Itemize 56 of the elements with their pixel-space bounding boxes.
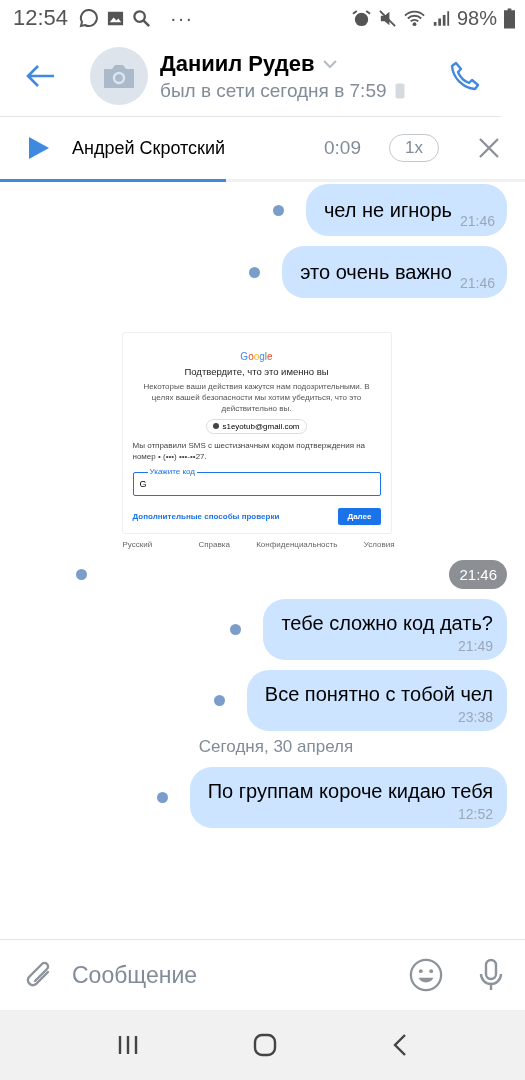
recent-apps-icon[interactable] — [117, 1034, 140, 1056]
search-icon — [132, 8, 152, 28]
message-time: 21:46 — [459, 275, 495, 291]
camera-icon — [104, 64, 134, 88]
message-bubble[interactable]: Все понятно с тобой чел 23:38 — [246, 669, 507, 731]
message-bubble[interactable]: это очень важно 21:46 — [282, 246, 507, 298]
play-icon[interactable] — [28, 137, 50, 159]
google-logo: Google — [240, 351, 273, 362]
message-bubble[interactable]: тебе сложно код дать? 21:49 — [263, 598, 507, 660]
message-input[interactable]: Сообщение — [70, 960, 393, 990]
message-bubble[interactable]: чел не игнорь 21:46 — [305, 184, 507, 236]
close-icon[interactable] — [479, 138, 499, 158]
message-text: тебе сложно код дать? — [281, 610, 493, 636]
alarm-icon — [351, 8, 371, 28]
chat-bubble-icon — [79, 8, 100, 28]
message-text: Все понятно с тобой чел — [264, 681, 493, 707]
doc-heading: Подтвердите, что это именно вы — [184, 366, 329, 377]
audio-progress-bar[interactable] — [0, 179, 525, 182]
footer-link[interactable]: Справка — [198, 539, 230, 549]
battery-percent: 98% — [456, 6, 497, 30]
message-text: это очень важно — [300, 260, 452, 285]
date-divider: Сегодня, 30 апреля — [198, 736, 354, 757]
message-time: 21:49 — [457, 637, 493, 654]
phone-device-icon — [394, 82, 405, 99]
sms-text: Мы отправили SMS с шестизначным кодом подтверждения на номер • (•••) •••-••27. — [132, 439, 367, 462]
message-time: 21:46 — [459, 213, 495, 229]
audio-title: Андрей Скротский — [72, 137, 227, 159]
footer-link[interactable]: Конфиденциальность — [256, 539, 338, 549]
message-bubble[interactable]: По группам короче кидаю тебя 12:52 — [189, 766, 507, 828]
signal-icon — [431, 8, 450, 28]
message-time: 12:52 — [457, 805, 493, 822]
phone-call-icon[interactable] — [449, 60, 481, 92]
message-text: По группам короче кидаю тебя — [207, 778, 493, 804]
back-arrow-icon[interactable] — [26, 64, 56, 88]
next-button[interactable]: Далее — [338, 507, 381, 525]
contact-name[interactable]: Даниил Рудев — [160, 50, 315, 77]
message-time: 23:38 — [457, 708, 493, 725]
chevron-down-icon[interactable] — [322, 58, 339, 69]
last-seen-status: был в сети сегодня в 7:59 — [160, 79, 387, 102]
wifi-icon — [403, 8, 425, 28]
home-icon[interactable] — [253, 1033, 278, 1057]
emoji-icon[interactable] — [409, 958, 443, 992]
footer-link[interactable]: Русский — [122, 539, 153, 549]
status-time: 12:54 — [13, 5, 69, 31]
mute-icon — [377, 8, 397, 28]
battery-icon — [504, 7, 515, 29]
footer-link[interactable]: Условия — [363, 539, 395, 549]
message-text: чел не игнорь — [323, 198, 452, 223]
speed-button[interactable]: 1x — [389, 134, 439, 162]
back-icon[interactable] — [391, 1033, 408, 1057]
audio-time: 0:09 — [324, 137, 361, 159]
microphone-icon[interactable] — [479, 958, 503, 992]
more-notifications: ··· — [170, 6, 194, 30]
doc-text: Некоторые ваши действия кажутся нам подозрительными. В целях вашей безопасности мы хотим убедиться, что это действительно вы. — [142, 381, 371, 415]
message-time: 21:46 — [449, 559, 507, 589]
other-methods-link[interactable]: Дополнительные способы проверки — [132, 511, 280, 521]
